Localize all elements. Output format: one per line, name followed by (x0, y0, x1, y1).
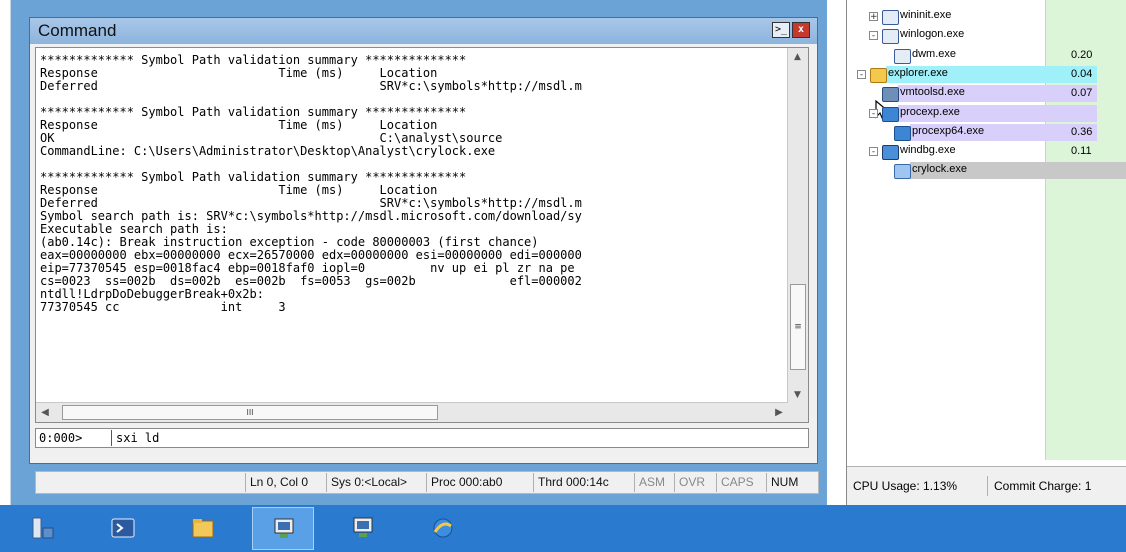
procexp-icon (433, 518, 453, 538)
prompt-separator (111, 430, 112, 446)
vm-icon (882, 87, 899, 103)
scroll-down-icon[interactable]: ▼ (788, 386, 807, 404)
exe-icon (882, 29, 899, 45)
process-cpu: 0.07 (1071, 87, 1093, 100)
process-row[interactable]: - windbg.exe 0.11 (847, 143, 1126, 162)
process-cpu: 0.36 (1071, 125, 1093, 138)
command-input-row: 0:000> (35, 428, 809, 448)
status-num: NUM (766, 473, 802, 492)
process-explorer-status-bar: CPU Usage: 1.13% Commit Charge: 1 (847, 466, 1126, 506)
process-row[interactable]: procexp64.exe 0.36 (847, 123, 1126, 143)
status-asm: ASM (634, 473, 669, 492)
process-cpu: 0.04 (1071, 67, 1093, 80)
process-row[interactable]: - winlogon.exe (847, 27, 1126, 46)
vertical-scrollbar[interactable]: ▲ ≡ ▼ (787, 48, 808, 404)
process-name: dwm.exe (912, 47, 957, 60)
output-line: Deferred SRV*c:\symbols*http://msdl.m (40, 79, 582, 93)
scroll-corner (788, 403, 808, 422)
cmd-icon[interactable]: >_ (772, 22, 790, 38)
status-position: Ln 0, Col 0 (245, 473, 312, 492)
command-output[interactable]: ************* Symbol Path validation sum… (35, 47, 809, 423)
windbg-icon (274, 518, 294, 538)
status-bar: Ln 0, Col 0 Sys 0:<Local> Proc 000:ab0 T… (35, 471, 819, 494)
exe-icon (882, 10, 899, 25)
process-cpu: 0.11 (1071, 145, 1092, 158)
windbg-icon (882, 145, 899, 161)
expand-icon[interactable]: + (869, 12, 878, 22)
process-row[interactable]: + wininit.exe (847, 8, 1126, 27)
taskbar (0, 505, 1126, 552)
collapse-icon[interactable]: - (869, 108, 878, 118)
collapse-icon[interactable]: - (869, 31, 878, 41)
process-name: explorer.exe (888, 66, 1027, 79)
command-input[interactable] (116, 430, 716, 446)
process-name: vmtoolsd.exe (900, 86, 1027, 99)
process-row[interactable]: dwm.exe 0.20 (847, 47, 1126, 66)
taskbar-button[interactable] (252, 507, 314, 550)
procexp-icon (882, 106, 899, 122)
exe-icon (894, 48, 911, 64)
folder-icon (870, 67, 887, 83)
server-manager-icon (32, 517, 54, 539)
status-proc: Proc 000:ab0 (426, 473, 506, 492)
output-text: ************* Symbol Path validation sum… (40, 54, 785, 399)
process-cpu: 0.20 (1071, 48, 1093, 61)
process-name: winlogon.exe (900, 28, 965, 41)
left-edge (0, 0, 11, 552)
taskbar-button[interactable] (412, 507, 474, 550)
taskbar-button[interactable] (172, 507, 234, 550)
powershell-icon (111, 518, 135, 538)
process-row[interactable]: crylock.exe (847, 162, 1126, 181)
process-row[interactable]: - explorer.exe 0.04 (847, 65, 1126, 85)
status-ovr: OVR (674, 473, 709, 492)
app-icon (894, 164, 911, 180)
taskbar-button[interactable] (12, 507, 74, 550)
h-scroll-thumb[interactable]: III (62, 405, 438, 420)
taskbar-button[interactable] (332, 507, 394, 550)
scroll-left-icon[interactable]: ◀ (36, 403, 54, 422)
collapse-icon[interactable]: - (869, 147, 878, 157)
cpu-usage: CPU Usage: 1.13% (853, 479, 958, 493)
process-explorer-panel: + wininit.exe - winlogon.exe dwm.exe 0.20 - exp… (846, 0, 1126, 506)
windbg-icon (353, 517, 373, 537)
procexp-icon (894, 125, 911, 141)
horizontal-scrollbar[interactable]: ◀ III ▶ (36, 402, 788, 422)
scroll-right-icon[interactable]: ▶ (770, 403, 788, 422)
process-name: windbg.exe (900, 144, 956, 157)
process-row[interactable]: vmtoolsd.exe 0.07 (847, 85, 1126, 104)
output-line: 77370545 cc int 3 (40, 300, 286, 314)
process-name: procexp.exe (900, 105, 1027, 118)
commit-charge: Commit Charge: 1 (987, 476, 1091, 496)
process-name: procexp64.exe (912, 124, 1027, 137)
scroll-up-icon[interactable]: ▲ (788, 48, 807, 66)
output-line: CommandLine: C:\Users\Administrator\Desk… (40, 144, 496, 158)
process-name: wininit.exe (900, 9, 952, 21)
status-sys: Sys 0:<Local> (326, 473, 411, 492)
command-title-bar[interactable]: Command >_ x (30, 18, 817, 44)
status-caps: CAPS (716, 473, 758, 492)
close-icon[interactable]: x (792, 22, 810, 38)
command-title: Command (38, 21, 117, 40)
scroll-thumb[interactable]: ≡ (790, 284, 806, 370)
collapse-icon[interactable]: - (857, 69, 866, 79)
command-window: Command >_ x ************* Symbol Path v… (29, 17, 818, 464)
process-name: crylock.exe (912, 163, 1027, 176)
file-explorer-icon (192, 519, 214, 538)
command-prompt: 0:000> (39, 431, 83, 445)
process-row[interactable]: - procexp.exe (847, 104, 1126, 124)
status-thrd: Thrd 000:14c (533, 473, 613, 492)
taskbar-button[interactable] (92, 507, 154, 550)
